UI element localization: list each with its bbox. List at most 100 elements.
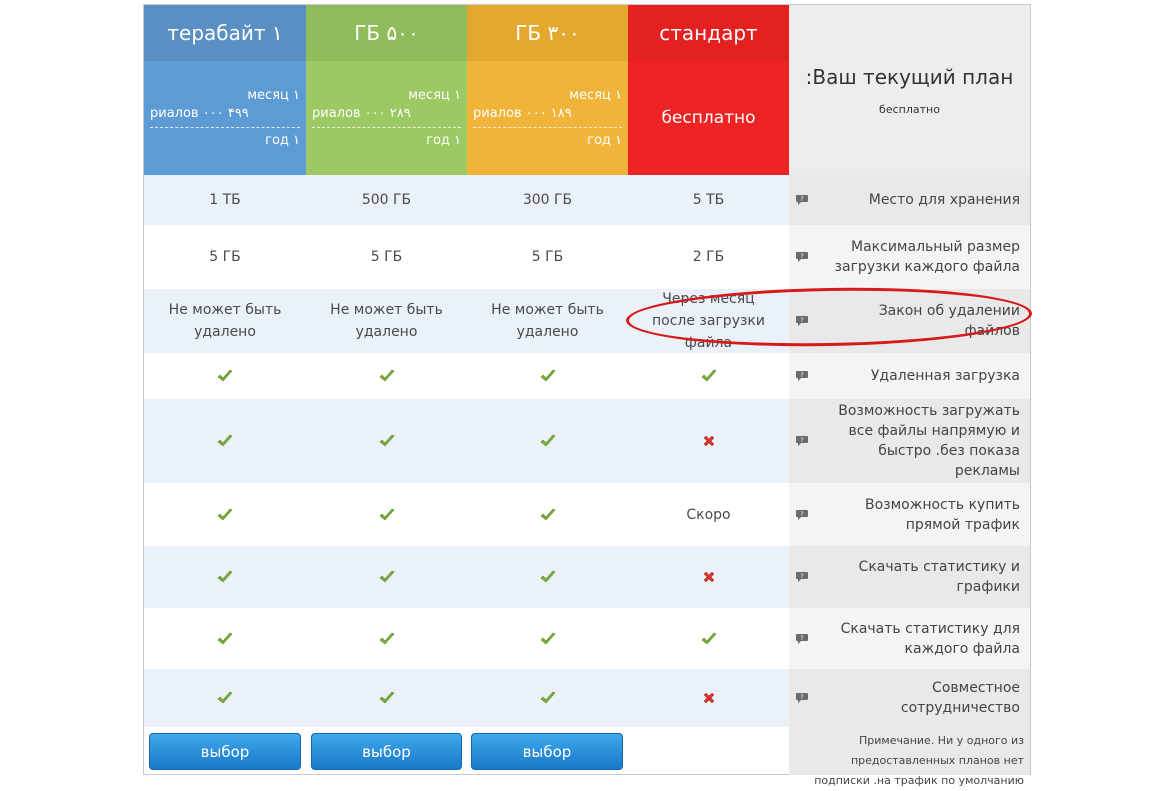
feature-label: ? Скачать статистику и графики [789, 546, 1030, 608]
check-icon [540, 691, 555, 704]
price-month: месяц ۱ [408, 87, 461, 103]
price-divider [473, 126, 622, 128]
feature-value: Не может быть удалено [306, 289, 467, 353]
question-bubble-icon[interactable]: ? [795, 633, 809, 645]
price-year: год ۱ [265, 132, 300, 148]
pricing-table: терабайт ۱ ГБ ۵۰۰ ГБ ۳۰۰ стандарт месяц … [143, 4, 1031, 787]
feature-value-text: 5 ГБ [531, 249, 564, 265]
check-icon [217, 434, 233, 447]
cross-icon [703, 435, 714, 447]
feature-label-text: Возможность загружать все файлы напрямую… [838, 403, 1020, 479]
feature-value [306, 669, 467, 727]
feature-value: 500 ГБ [306, 175, 467, 225]
svg-text:?: ? [800, 573, 803, 580]
feature-value: 1 ТБ [144, 175, 306, 225]
select-1tb-button[interactable]: выбор [149, 733, 301, 770]
check-icon [540, 369, 555, 382]
current-plan-panel: :Ваш текущий план бесплатно [789, 5, 1030, 175]
svg-text:?: ? [800, 253, 803, 260]
feature-value [628, 399, 789, 483]
check-icon [379, 508, 394, 520]
plan-name-300gb: ГБ ۳۰۰ [467, 5, 628, 61]
feature-value: 5 ГБ [144, 225, 306, 289]
check-icon [379, 691, 394, 704]
question-bubble-icon[interactable]: ? [795, 194, 809, 206]
select-500gb-button[interactable]: выбор [311, 733, 462, 770]
feature-value [628, 669, 789, 727]
feature-value [144, 546, 306, 608]
price-year: год ۱ [587, 132, 622, 148]
price-month: месяц ۱ [569, 87, 622, 103]
feature-label-text: Скачать статистику и графики [858, 559, 1020, 595]
feature-value [144, 608, 306, 669]
check-icon [379, 434, 394, 447]
question-bubble-icon[interactable]: ? [795, 251, 809, 263]
feature-value-text: 500 ГБ [361, 192, 412, 208]
feature-value-text: Не может быть удалено [168, 302, 282, 340]
plan-price-standard: бесплатно [628, 61, 789, 175]
feature-value [306, 399, 467, 483]
feature-value: 5 ГБ [306, 225, 467, 289]
check-icon [540, 434, 555, 447]
current-plan-title: :Ваш текущий план [805, 64, 1014, 89]
check-icon [217, 508, 233, 520]
feature-value: Через месяц после загрузки файла [628, 289, 789, 353]
feature-value [144, 669, 306, 727]
feature-value [306, 546, 467, 608]
price-year: год ۱ [426, 132, 461, 148]
feature-label-text: Удаленная загрузка [870, 368, 1020, 384]
feature-value-text: Скоро [686, 506, 731, 523]
plan-name-1tb: терабайт ۱ [144, 5, 306, 61]
check-icon [379, 369, 394, 382]
footnote: Примечание. Ни у одного из предоставленн… [789, 727, 1030, 787]
feature-value: 300 ГБ [467, 175, 628, 225]
feature-value-text: Не может быть удалено [491, 302, 604, 340]
question-bubble-icon[interactable]: ? [795, 315, 809, 327]
price-amount: риалов ۰۰۰ ۱۸۹ [473, 105, 572, 121]
feature-label-text: Скачать статистику для каждого файла [840, 620, 1020, 657]
question-bubble-icon[interactable]: ? [795, 435, 809, 447]
feature-value [467, 669, 628, 727]
feature-value [467, 546, 628, 608]
question-bubble-icon[interactable]: ? [795, 370, 809, 382]
price-month: месяц ۱ [247, 87, 300, 103]
feature-label: ? Закон об удалении файлов [789, 289, 1030, 353]
feature-value [628, 546, 789, 608]
check-icon [217, 632, 233, 644]
feature-value: Скоро [628, 483, 789, 546]
question-bubble-icon[interactable]: ? [795, 571, 809, 583]
feature-value: 5 ГБ [467, 225, 628, 289]
question-bubble-icon[interactable]: ? [795, 509, 809, 521]
question-bubble-icon[interactable]: ? [795, 692, 809, 704]
feature-value-text: Через месяц после загрузки файла [652, 291, 765, 351]
plan-price-300gb: месяц ۱ риалов ۰۰۰ ۱۸۹ год ۱ [467, 61, 628, 175]
feature-label-text: Закон об удалении файлов [878, 303, 1020, 339]
check-icon [540, 508, 555, 520]
feature-label-text: Возможность купить прямой трафик [864, 496, 1020, 533]
select-300gb-button[interactable]: выбор [471, 733, 623, 770]
feature-label: ? Возможность загружать все файлы напряму… [789, 399, 1030, 483]
cross-icon [703, 692, 714, 704]
feature-value [306, 483, 467, 546]
feature-value [467, 608, 628, 669]
feature-label-text: Совместное сотрудничество [900, 680, 1020, 716]
check-icon [379, 570, 394, 583]
feature-value-text: 300 ГБ [522, 192, 573, 208]
feature-value-text: 5 ГБ [209, 249, 241, 265]
feature-value [306, 353, 467, 399]
plan-price-500gb: месяц ۱ риалов ۰۰۰ ۲۸۹ год ۱ [306, 61, 467, 175]
plan-price-1tb: месяц ۱ риалов ۰۰۰ ۴۹۹ год ۱ [144, 61, 306, 175]
feature-value [628, 608, 789, 669]
feature-value [467, 483, 628, 546]
check-icon [701, 369, 716, 382]
feature-value-text: 5 ТБ [692, 192, 725, 208]
feature-value: 2 ГБ [628, 225, 789, 289]
check-icon [701, 632, 716, 644]
feature-label: ? Место для хранения [789, 175, 1030, 225]
check-icon [540, 632, 555, 644]
plan-name-standard: стандарт [628, 5, 789, 61]
svg-text:?: ? [800, 437, 803, 444]
price-amount: риалов ۰۰۰ ۴۹۹ [150, 105, 249, 121]
svg-text:?: ? [800, 317, 803, 324]
feature-label: ? Совместное сотрудничество [789, 669, 1030, 727]
